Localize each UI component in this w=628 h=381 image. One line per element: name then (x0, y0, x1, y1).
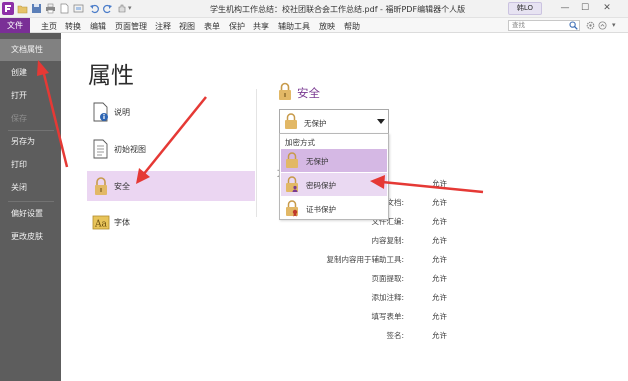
encryption-method-dropdown[interactable]: 无保护 (279, 109, 389, 134)
category-label: 安全 (114, 182, 130, 191)
category-security[interactable]: 安全 (87, 171, 255, 201)
document-view-icon (92, 139, 110, 159)
undo-icon[interactable] (89, 3, 100, 14)
category-fonts[interactable]: Aa 字体 (87, 207, 255, 237)
minimize-icon[interactable]: — (559, 2, 571, 14)
collapse-ribbon-icon[interactable] (598, 21, 607, 30)
customize-toolbar-icon[interactable]: ▾ (128, 3, 139, 14)
category-label: 初始视图 (114, 145, 146, 154)
permission-value: 允许 (432, 255, 447, 264)
menu-bar: 文件 主页 转换 编辑 页面管理 注释 视图 表单 保护 共享 辅助工具 放映 … (0, 18, 628, 33)
menu-help[interactable]: 帮助 (344, 21, 360, 32)
category-description[interactable]: 说明 (87, 97, 255, 127)
sidebar-item-open[interactable]: 打开 (0, 85, 61, 107)
lock-icon (278, 82, 292, 101)
chevron-down-icon[interactable]: ▾ (612, 21, 621, 30)
sidebar-item-create[interactable]: 创建 (0, 62, 61, 84)
new-document-icon[interactable] (59, 3, 70, 14)
menu-item-certificate-protection[interactable]: 证书保护 (281, 197, 387, 220)
file-backstage-sidebar: 文档属性 创建 打开 保存 另存为 打印 关闭 偏好设置 更改皮肤 (0, 33, 61, 381)
menu-accessibility[interactable]: 辅助工具 (278, 21, 310, 32)
save-icon[interactable] (31, 3, 42, 14)
menu-comment[interactable]: 注释 (155, 21, 171, 32)
dropdown-value: 无保护 (304, 119, 327, 128)
menu-slideshow[interactable]: 放映 (319, 21, 335, 32)
permission-label: 复制内容用于辅助工具: (326, 255, 404, 264)
permission-value: 允许 (432, 293, 447, 302)
close-icon[interactable]: ✕ (601, 2, 613, 14)
permission-value: 允许 (432, 179, 447, 188)
permission-label: 填写表单: (371, 312, 404, 321)
lock-icon (285, 152, 299, 169)
security-heading: 安全 (297, 86, 320, 100)
permission-value: 允许 (432, 331, 447, 340)
menu-view[interactable]: 视图 (179, 21, 195, 32)
category-initial-view[interactable]: 初始视图 (87, 134, 255, 164)
permission-label: 页面提取: (371, 274, 404, 283)
lock-icon (92, 176, 110, 196)
menu-protect[interactable]: 保护 (229, 21, 245, 32)
window-title: 学生机构工作总结：校社团联合会工作总结.pdf - 福昕PDF编辑器个人版 (210, 5, 466, 14)
permission-label: 签名: (386, 331, 404, 340)
permission-label: 添加注释: (371, 293, 404, 302)
menu-home[interactable]: 主页 (41, 21, 57, 32)
lock-certificate-icon (285, 200, 299, 217)
sidebar-item-preferences[interactable]: 偏好设置 (0, 203, 61, 225)
font-icon: Aa (92, 212, 110, 232)
sidebar-item-save[interactable]: 保存 (0, 108, 61, 130)
menu-convert[interactable]: 转换 (65, 21, 81, 32)
hand-tool-icon[interactable] (116, 3, 127, 14)
category-label: 说明 (114, 108, 130, 117)
permission-value: 允许 (432, 236, 447, 245)
search-icon[interactable] (569, 21, 578, 30)
permission-value: 允许 (432, 312, 447, 321)
category-label: 字体 (114, 218, 130, 227)
sidebar-item-print[interactable]: 打印 (0, 154, 61, 176)
svg-text:Aa: Aa (94, 220, 107, 230)
permission-value: 允许 (432, 198, 447, 207)
menu-item-label: 证书保护 (306, 205, 336, 214)
menu-edit[interactable]: 编辑 (90, 21, 106, 32)
lock-user-icon (285, 176, 299, 193)
menu-form[interactable]: 表单 (204, 21, 220, 32)
app-logo-icon (2, 2, 14, 15)
permission-value: 允许 (432, 217, 447, 226)
print-icon[interactable] (45, 3, 56, 14)
menu-share[interactable]: 共享 (253, 21, 269, 32)
title-bar: ▾ 学生机构工作总结：校社团联合会工作总结.pdf - 福昕PDF编辑器个人版 … (0, 0, 628, 18)
user-badge[interactable]: 韩LO (508, 2, 542, 15)
menu-item-password-protection[interactable]: 密码保护 (281, 173, 387, 196)
sidebar-item-close[interactable]: 关闭 (0, 177, 61, 199)
permission-label: 内容复制: (371, 236, 404, 245)
maximize-icon[interactable]: ☐ (579, 2, 591, 14)
properties-panel: 属性 说明 初始视图 安全 Aa 字体 安全 无保护 文 (61, 33, 628, 381)
document-info-icon (92, 102, 110, 122)
menu-item-no-protection[interactable]: 无保护 (281, 149, 387, 172)
menu-item-label: 无保护 (306, 157, 329, 166)
permission-value: 允许 (432, 274, 447, 283)
menu-file[interactable]: 文件 (0, 18, 30, 33)
sidebar-item-save-as[interactable]: 另存为 (0, 131, 61, 153)
lock-icon (284, 113, 298, 130)
menu-item-label: 密码保护 (306, 181, 336, 190)
screenshot-icon[interactable] (73, 3, 84, 14)
redo-icon[interactable] (102, 3, 113, 14)
sidebar-divider (8, 201, 54, 202)
encryption-method-menu: 加密方式 无保护 密码保护 证书保护 (279, 133, 389, 220)
gear-icon[interactable] (586, 21, 595, 30)
page-title: 属性 (88, 63, 134, 89)
chevron-down-icon (377, 119, 385, 124)
menu-header: 加密方式 (285, 138, 315, 147)
sidebar-item-change-skin[interactable]: 更改皮肤 (0, 226, 61, 248)
menu-page-manage[interactable]: 页面管理 (115, 21, 147, 32)
sidebar-item-document-properties[interactable]: 文档属性 (0, 39, 61, 61)
open-file-icon[interactable] (17, 3, 28, 14)
